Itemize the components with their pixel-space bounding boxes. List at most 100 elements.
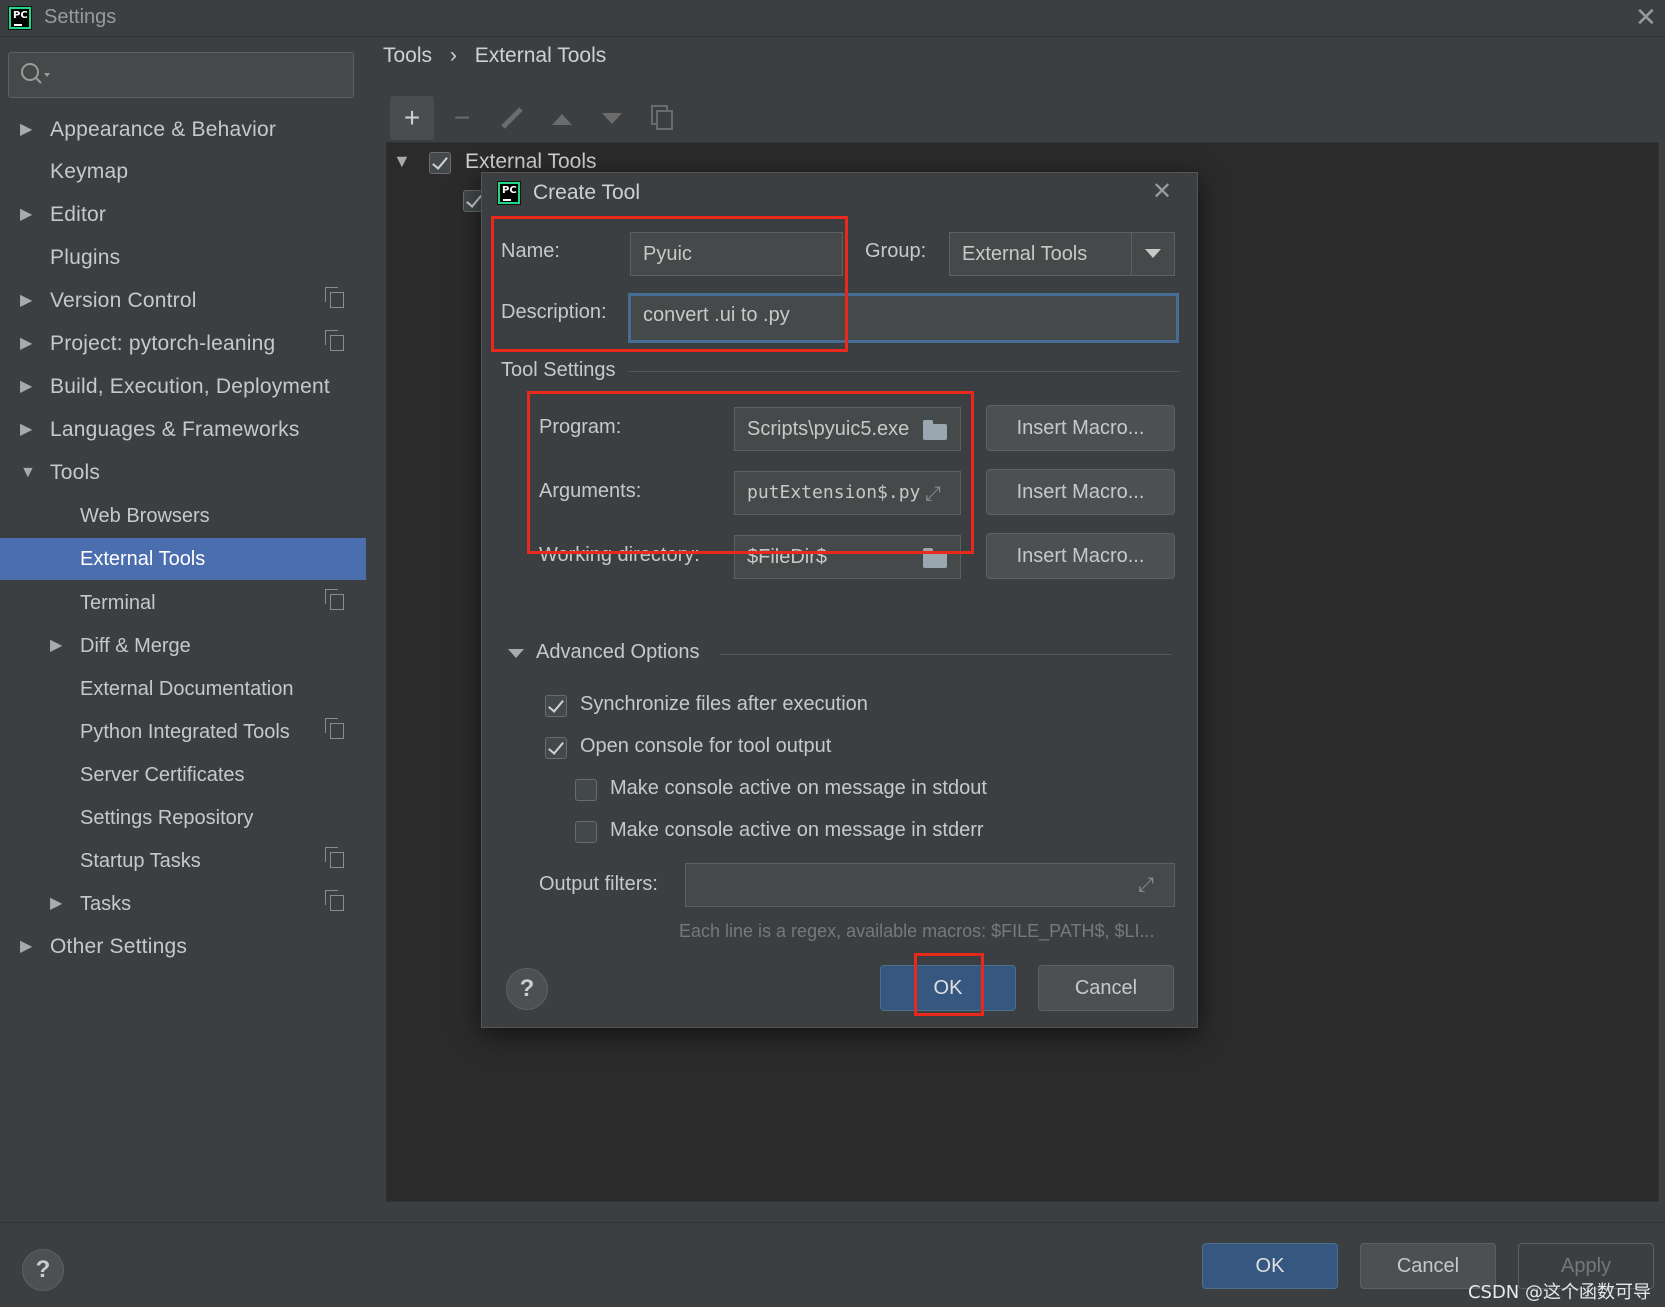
group-select-value: External Tools xyxy=(962,243,1088,265)
expand-arrow-icon: ▶ xyxy=(20,938,33,955)
sidebar-item-other-settings[interactable]: ▶ Other Settings xyxy=(0,926,366,968)
insert-macro-workdir-button[interactable]: Insert Macro... xyxy=(986,533,1175,579)
sidebar-item-label: Other Settings xyxy=(50,935,188,958)
open-console-checkbox[interactable] xyxy=(545,737,567,759)
sidebar-item-version-control[interactable]: ▶ Version Control xyxy=(0,280,366,322)
stdout-active-checkbox[interactable] xyxy=(575,779,597,801)
description-input[interactable]: convert .ui to .py xyxy=(628,293,1179,343)
sync-files-checkbox[interactable] xyxy=(545,695,567,717)
sidebar-item-python-integrated-tools[interactable]: Python Integrated Tools xyxy=(0,711,366,753)
arguments-input-value: putExtension$.py xyxy=(747,482,921,503)
stderr-active-checkbox[interactable] xyxy=(575,821,597,843)
expand-arrow-icon: ▶ xyxy=(20,121,33,138)
help-button[interactable]: ? xyxy=(22,1249,64,1291)
name-label: Name: xyxy=(501,240,560,262)
move-up-button[interactable] xyxy=(540,96,584,140)
project-settings-icon xyxy=(325,287,344,308)
dialog-close-icon[interactable]: ✕ xyxy=(1152,177,1172,206)
breadcrumb-separator: › xyxy=(449,44,457,67)
sidebar-item-server-certificates[interactable]: Server Certificates xyxy=(0,754,366,796)
expand-arrow-icon: ▶ xyxy=(50,895,63,912)
sidebar-item-keymap[interactable]: Keymap xyxy=(0,151,366,193)
open-console-label: Open console for tool output xyxy=(580,735,832,757)
sidebar-item-languages[interactable]: ▶ Languages & Frameworks xyxy=(0,409,366,451)
sidebar-item-build[interactable]: ▶ Build, Execution, Deployment xyxy=(0,366,366,408)
sidebar-item-diff-merge[interactable]: ▶ Diff & Merge xyxy=(0,625,366,667)
pycharm-logo-icon: PC xyxy=(8,6,32,30)
sidebar-item-project[interactable]: ▶ Project: pytorch-leaning xyxy=(0,323,366,365)
group-label: Group: xyxy=(865,240,927,262)
expand-icon[interactable]: ⤢ xyxy=(925,472,941,514)
sidebar-item-tools[interactable]: ▼ Tools xyxy=(0,452,366,494)
sidebar-item-editor[interactable]: ▶ Editor xyxy=(0,194,366,236)
collapse-arrow-icon[interactable] xyxy=(507,648,525,660)
folder-icon[interactable] xyxy=(923,548,947,568)
settings-footer: ? OK Cancel Apply xyxy=(0,1222,1665,1307)
sidebar-item-external-tools[interactable]: External Tools xyxy=(0,538,366,580)
output-filters-input[interactable]: ⤢ xyxy=(685,863,1175,907)
insert-macro-arguments-button[interactable]: Insert Macro... xyxy=(986,469,1175,515)
dialog-cancel-button[interactable]: Cancel xyxy=(1038,965,1174,1011)
arguments-input[interactable]: putExtension$.py ⤢ xyxy=(734,471,961,515)
settings-ok-button[interactable]: OK xyxy=(1202,1243,1338,1289)
expand-arrow-icon: ▶ xyxy=(50,637,63,654)
sidebar-item-label: Plugins xyxy=(50,246,121,269)
breadcrumb-root[interactable]: Tools xyxy=(383,44,432,67)
triangle-down-icon xyxy=(602,113,622,124)
tree-root-label: External Tools xyxy=(465,150,597,173)
stdout-active-label: Make console active on message in stdout xyxy=(610,777,987,799)
sidebar-item-label: Keymap xyxy=(50,160,129,183)
collapse-arrow-icon: ▼ xyxy=(20,464,36,481)
dialog-ok-button[interactable]: OK xyxy=(880,965,1016,1011)
sidebar-item-label: Build, Execution, Deployment xyxy=(50,375,330,398)
external-tools-group-checkbox[interactable] xyxy=(429,152,451,174)
sidebar-item-plugins[interactable]: Plugins xyxy=(0,237,366,279)
breadcrumb: Tools › External Tools xyxy=(383,44,606,68)
folder-icon[interactable] xyxy=(923,420,947,440)
output-filters-hint: Each line is a regex, available macros: … xyxy=(679,921,1155,941)
insert-macro-program-button[interactable]: Insert Macro... xyxy=(986,405,1175,451)
sidebar-item-web-browsers[interactable]: Web Browsers xyxy=(0,495,366,537)
sidebar-item-label: Startup Tasks xyxy=(80,850,201,872)
plus-icon: + xyxy=(403,102,421,133)
copy-icon xyxy=(651,105,673,130)
sidebar-item-label: Version Control xyxy=(50,289,197,312)
window-close-icon[interactable]: ✕ xyxy=(1635,2,1657,33)
working-directory-value: $FileDir$ xyxy=(747,546,828,568)
breadcrumb-current: External Tools xyxy=(474,44,607,67)
sidebar-item-external-documentation[interactable]: External Documentation xyxy=(0,668,366,710)
program-label: Program: xyxy=(539,416,622,438)
sidebar-item-appearance[interactable]: ▶ Appearance & Behavior xyxy=(0,109,366,151)
create-tool-dialog: PC Create Tool ✕ Name: Pyuic Group: Exte… xyxy=(481,172,1198,1028)
tool-settings-title: Tool Settings xyxy=(501,359,616,381)
copy-tool-button[interactable] xyxy=(640,96,684,140)
stderr-active-label: Make console active on message in stderr xyxy=(610,819,984,841)
chevron-down-icon xyxy=(1145,249,1161,258)
project-settings-icon xyxy=(325,330,344,351)
project-settings-icon xyxy=(325,718,344,739)
working-directory-input[interactable]: $FileDir$ xyxy=(734,535,961,579)
sidebar-item-startup-tasks[interactable]: Startup Tasks xyxy=(0,840,366,882)
add-tool-button[interactable]: + xyxy=(390,96,434,140)
name-input[interactable]: Pyuic xyxy=(630,232,843,276)
working-directory-label: Working directory: xyxy=(539,544,700,566)
sidebar-item-tasks[interactable]: ▶ Tasks xyxy=(0,883,366,925)
program-input-value: Scripts\pyuic5.exe xyxy=(747,418,910,440)
group-select[interactable]: External Tools xyxy=(949,232,1175,276)
collapse-arrow-icon[interactable]: ▼ xyxy=(393,151,411,172)
sidebar-item-settings-repository[interactable]: Settings Repository xyxy=(0,797,366,839)
sidebar-item-terminal[interactable]: Terminal xyxy=(0,582,366,624)
sync-files-label: Synchronize files after execution xyxy=(580,693,868,715)
remove-tool-button[interactable]: − xyxy=(440,96,484,140)
help-button[interactable]: ? xyxy=(506,968,548,1010)
minus-icon: − xyxy=(453,102,471,133)
group-dropdown-button[interactable] xyxy=(1131,233,1174,275)
expand-arrow-icon: ▶ xyxy=(20,206,33,223)
move-down-button[interactable] xyxy=(590,96,634,140)
expand-icon[interactable]: ⤢ xyxy=(1138,864,1154,906)
program-input[interactable]: Scripts\pyuic5.exe xyxy=(734,407,961,451)
settings-search-input[interactable] xyxy=(8,52,354,98)
pycharm-logo-icon: PC xyxy=(497,181,521,205)
triangle-up-icon xyxy=(552,114,572,125)
edit-tool-button[interactable] xyxy=(490,96,534,140)
